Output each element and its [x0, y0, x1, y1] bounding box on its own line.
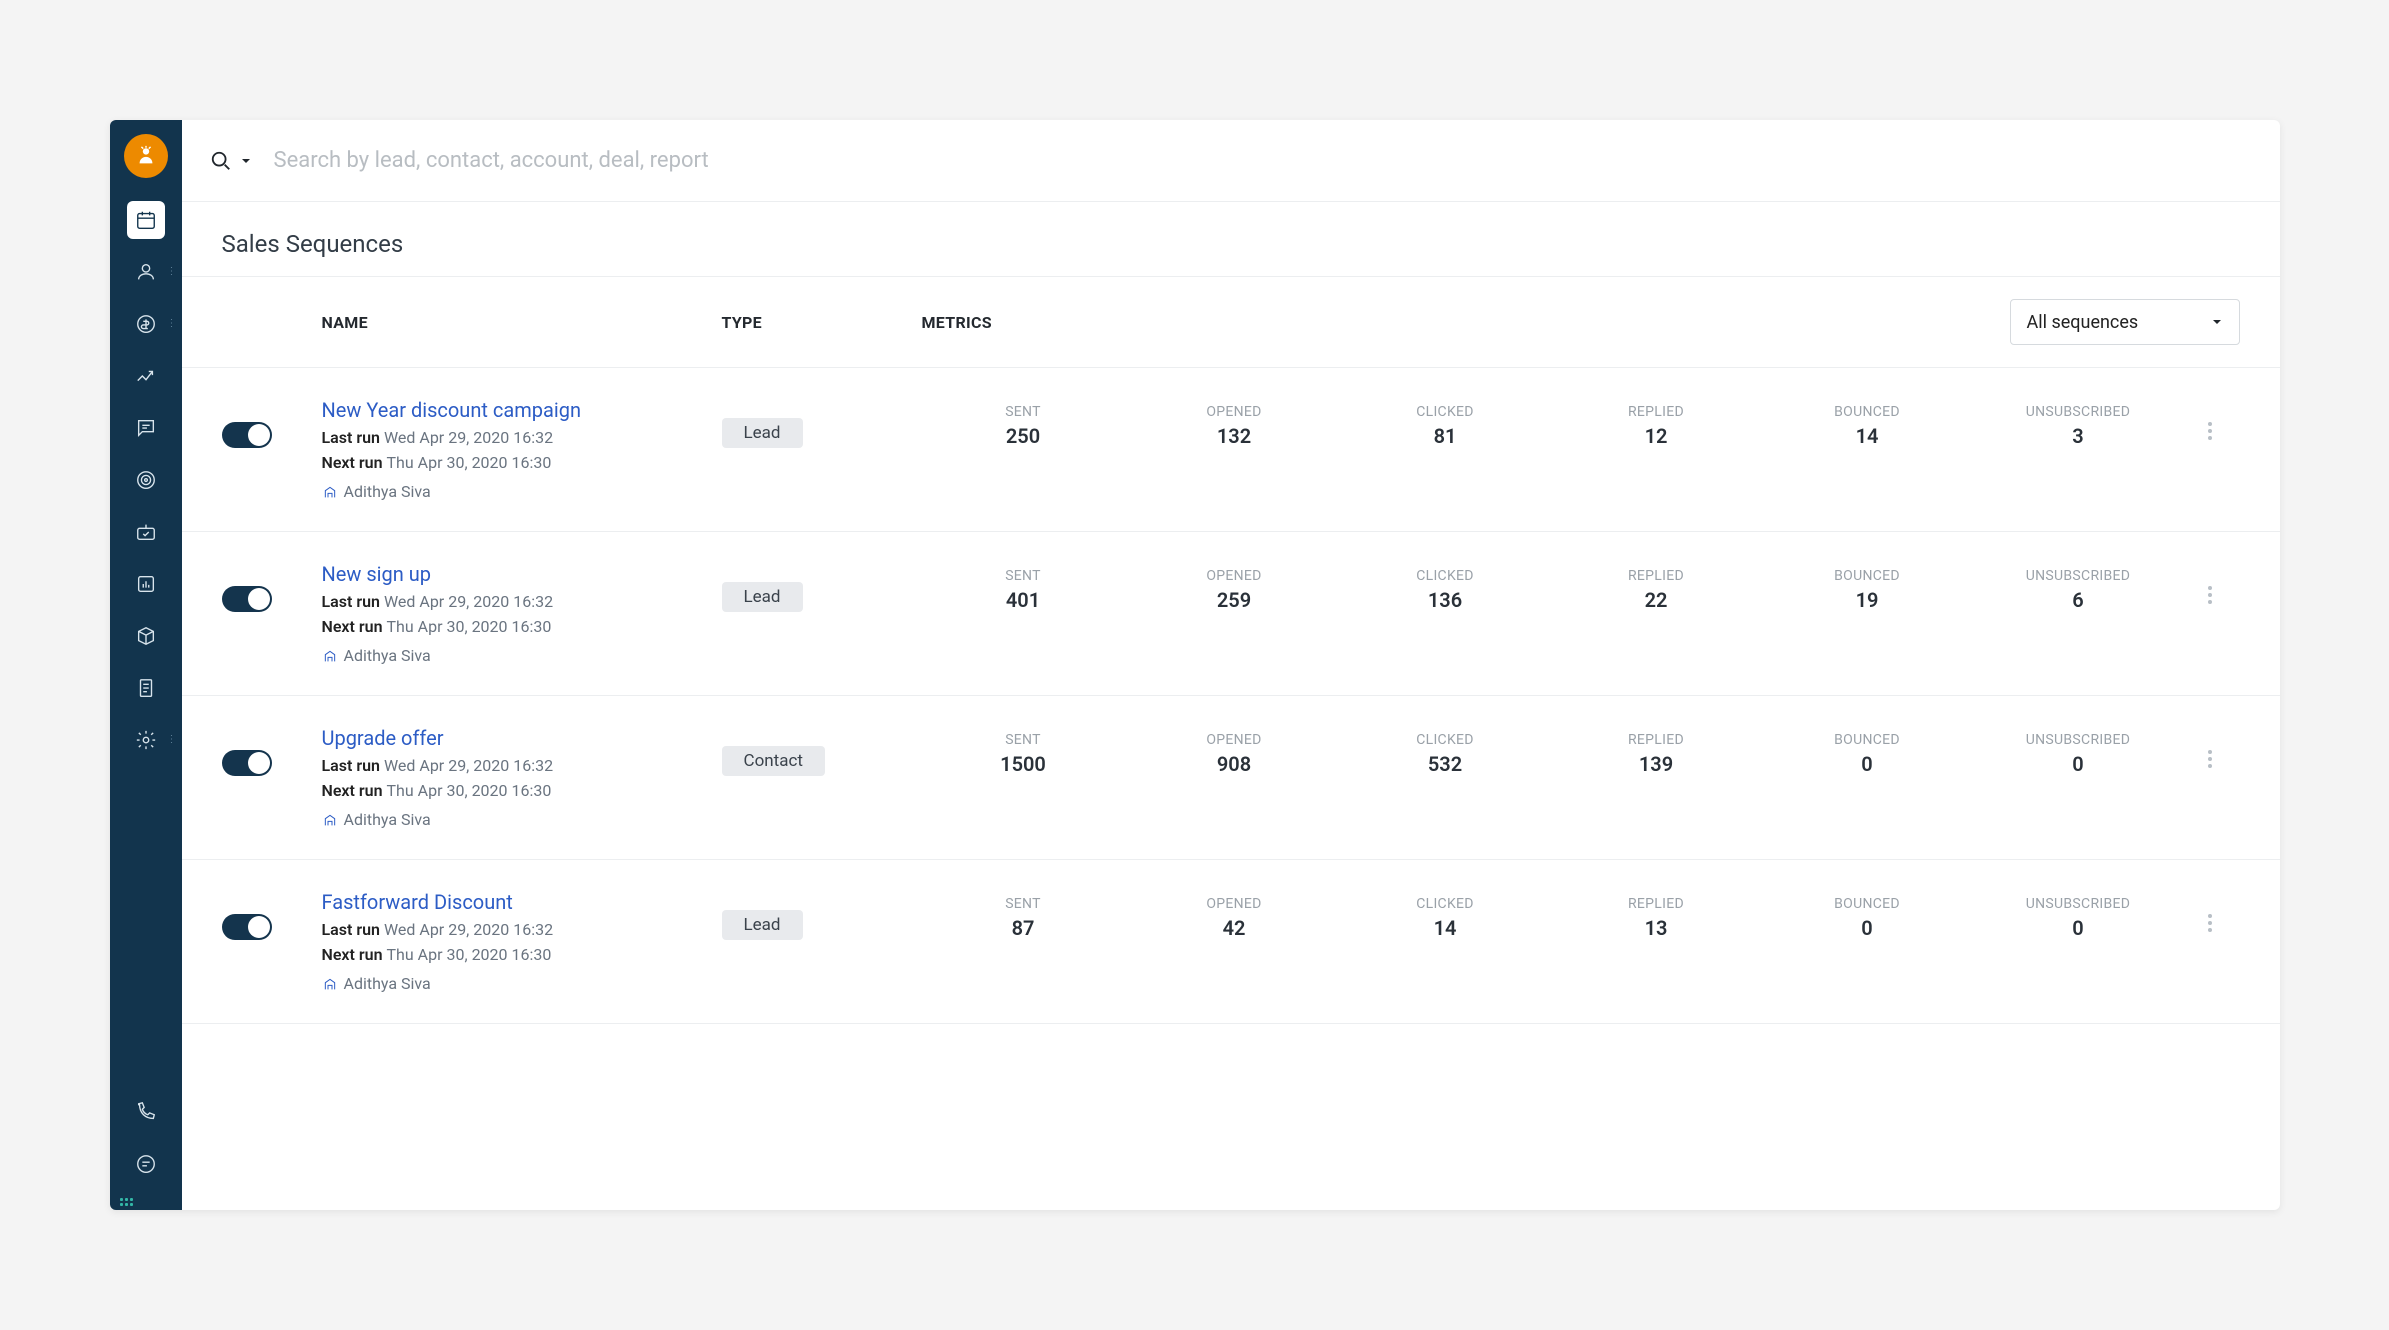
sequence-name-link[interactable]: Fastforward Discount [322, 890, 722, 914]
next-run-line: Next runThu Apr 30, 2020 16:30 [322, 453, 722, 472]
column-header-metrics: METRICS [922, 313, 2000, 332]
sidebar-item-chat[interactable] [110, 1138, 182, 1190]
sidebar-item-products[interactable] [110, 610, 182, 662]
metric-unsubscribed: UNSUBSCRIBED 3 [1977, 404, 2180, 448]
owner-line: Adithya Siva [322, 482, 722, 501]
metric-opened: OPENED 42 [1133, 896, 1336, 940]
row-more-actions[interactable] [2208, 914, 2212, 932]
owner-icon [322, 648, 338, 664]
metric-unsubscribed: UNSUBSCRIBED 0 [1977, 896, 2180, 940]
metric-clicked: CLICKED 14 [1344, 896, 1547, 940]
next-run-line: Next runThu Apr 30, 2020 16:30 [322, 945, 722, 964]
sequence-name-link[interactable]: Upgrade offer [322, 726, 722, 750]
metric-clicked: CLICKED 136 [1344, 568, 1547, 612]
main-content: Sales Sequences NAME TYPE METRICS All se… [182, 120, 2280, 1210]
last-run-line: Last runWed Apr 29, 2020 16:32 [322, 428, 722, 447]
owner-icon [322, 976, 338, 992]
metric-replied: REPLIED 12 [1555, 404, 1758, 448]
sidebar-item-calendar[interactable] [110, 194, 182, 246]
metric-replied: REPLIED 22 [1555, 568, 1758, 612]
next-run-line: Next runThu Apr 30, 2020 16:30 [322, 781, 722, 800]
owner-icon [322, 484, 338, 500]
sequence-row: New sign up Last runWed Apr 29, 2020 16:… [182, 532, 2280, 696]
last-run-line: Last runWed Apr 29, 2020 16:32 [322, 592, 722, 611]
owner-line: Adithya Siva [322, 646, 722, 665]
app-window: ⋮ ⋮ ⋮ [110, 120, 2280, 1210]
resize-grip-icon [120, 1198, 133, 1206]
page-title: Sales Sequences [182, 202, 2280, 277]
type-badge: Lead [722, 418, 803, 448]
metric-clicked: CLICKED 532 [1344, 732, 1547, 776]
metric-sent: SENT 401 [922, 568, 1125, 612]
type-badge: Contact [722, 746, 825, 776]
sidebar-item-contacts[interactable]: ⋮ [110, 246, 182, 298]
metric-bounced: BOUNCED 0 [1766, 896, 1969, 940]
metric-clicked: CLICKED 81 [1344, 404, 1547, 448]
sequence-toggle[interactable] [222, 750, 272, 776]
chevron-down-icon [2211, 316, 2223, 328]
filter-selected-label: All sequences [2027, 312, 2139, 333]
sequence-row: Upgrade offer Last runWed Apr 29, 2020 1… [182, 696, 2280, 860]
metric-sent: SENT 1500 [922, 732, 1125, 776]
sidebar-item-settings[interactable]: ⋮ [110, 714, 182, 766]
topbar [182, 120, 2280, 202]
sidebar-item-reports[interactable] [110, 558, 182, 610]
sidebar: ⋮ ⋮ ⋮ [110, 120, 182, 1210]
sequence-toggle[interactable] [222, 586, 272, 612]
sequence-toggle[interactable] [222, 914, 272, 940]
last-run-line: Last runWed Apr 29, 2020 16:32 [322, 920, 722, 939]
owner-line: Adithya Siva [322, 810, 722, 829]
metric-replied: REPLIED 139 [1555, 732, 1758, 776]
metric-replied: REPLIED 13 [1555, 896, 1758, 940]
global-search-input[interactable] [274, 148, 2252, 173]
row-more-actions[interactable] [2208, 586, 2212, 604]
type-badge: Lead [722, 582, 803, 612]
submenu-dots-icon: ⋮ [167, 270, 176, 274]
sequence-toggle[interactable] [222, 422, 272, 448]
sidebar-item-campaigns[interactable] [110, 506, 182, 558]
sidebar-item-analytics[interactable] [110, 350, 182, 402]
row-more-actions[interactable] [2208, 750, 2212, 768]
type-badge: Lead [722, 910, 803, 940]
metric-bounced: BOUNCED 19 [1766, 568, 1969, 612]
metric-opened: OPENED 259 [1133, 568, 1336, 612]
metric-unsubscribed: UNSUBSCRIBED 0 [1977, 732, 2180, 776]
table-header: NAME TYPE METRICS All sequences [182, 277, 2280, 368]
metric-sent: SENT 250 [922, 404, 1125, 448]
submenu-dots-icon: ⋮ [167, 738, 176, 742]
metric-bounced: BOUNCED 0 [1766, 732, 1969, 776]
sidebar-item-goals[interactable] [110, 454, 182, 506]
sequence-name-link[interactable]: New Year discount campaign [322, 398, 722, 422]
row-more-actions[interactable] [2208, 422, 2212, 440]
column-header-name: NAME [322, 313, 722, 332]
submenu-dots-icon: ⋮ [167, 322, 176, 326]
owner-icon [322, 812, 338, 828]
metric-unsubscribed: UNSUBSCRIBED 6 [1977, 568, 2180, 612]
filter-sequences-dropdown[interactable]: All sequences [2010, 299, 2240, 345]
next-run-line: Next runThu Apr 30, 2020 16:30 [322, 617, 722, 636]
sequence-row: Fastforward Discount Last runWed Apr 29,… [182, 860, 2280, 1024]
sequence-name-link[interactable]: New sign up [322, 562, 722, 586]
sidebar-item-conversations[interactable] [110, 402, 182, 454]
metric-sent: SENT 87 [922, 896, 1125, 940]
owner-line: Adithya Siva [322, 974, 722, 993]
sidebar-item-deals[interactable]: ⋮ [110, 298, 182, 350]
search-icon[interactable] [210, 150, 232, 172]
metric-opened: OPENED 908 [1133, 732, 1336, 776]
sidebar-item-phone[interactable] [110, 1086, 182, 1138]
sidebar-item-documents[interactable] [110, 662, 182, 714]
sequence-row: New Year discount campaign Last runWed A… [182, 368, 2280, 532]
last-run-line: Last runWed Apr 29, 2020 16:32 [322, 756, 722, 775]
metric-opened: OPENED 132 [1133, 404, 1336, 448]
brand-logo[interactable] [124, 134, 168, 178]
metric-bounced: BOUNCED 14 [1766, 404, 1969, 448]
search-dropdown-icon[interactable] [240, 155, 252, 167]
column-header-type: TYPE [722, 313, 922, 332]
